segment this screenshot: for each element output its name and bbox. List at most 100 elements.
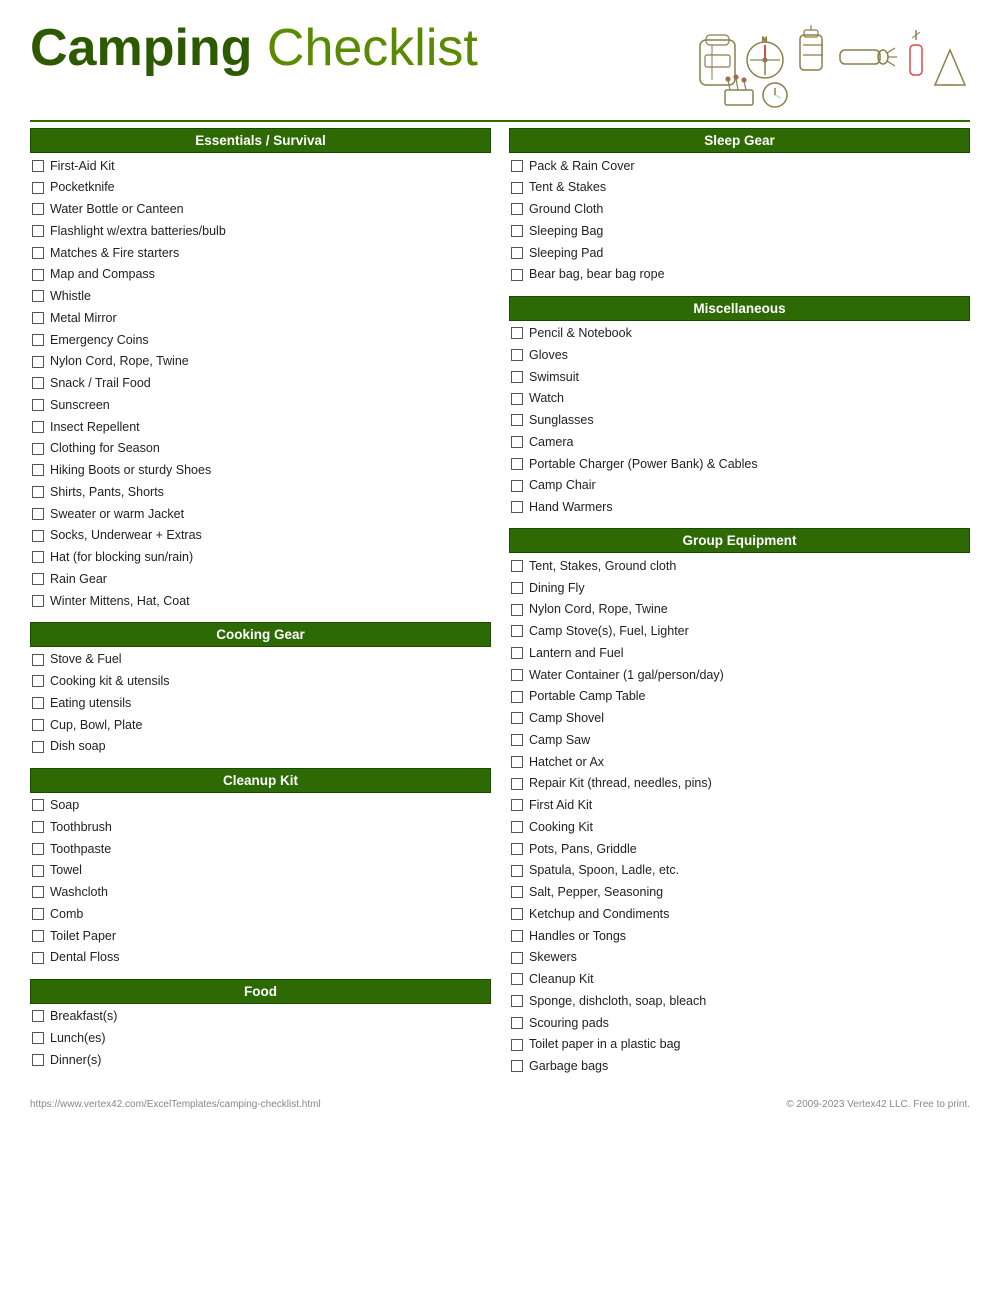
checkbox[interactable] xyxy=(511,930,523,942)
checkbox[interactable] xyxy=(32,356,44,368)
checkbox[interactable] xyxy=(511,349,523,361)
checkbox[interactable] xyxy=(32,225,44,237)
checkbox[interactable] xyxy=(511,182,523,194)
list-item: Toilet paper in a plastic bag xyxy=(509,1034,970,1056)
item-label: Camera xyxy=(529,433,573,452)
list-item: Hand Warmers xyxy=(509,497,970,519)
checkbox[interactable] xyxy=(511,393,523,405)
checkbox[interactable] xyxy=(511,691,523,703)
checkbox[interactable] xyxy=(32,843,44,855)
checkbox[interactable] xyxy=(32,421,44,433)
checkbox[interactable] xyxy=(511,1060,523,1072)
checkbox[interactable] xyxy=(511,225,523,237)
checkbox[interactable] xyxy=(32,530,44,542)
title-bold: Camping xyxy=(30,19,252,77)
checkbox[interactable] xyxy=(511,604,523,616)
checkbox[interactable] xyxy=(32,203,44,215)
checkbox[interactable] xyxy=(32,464,44,476)
checkbox[interactable] xyxy=(32,573,44,585)
list-item: Breakfast(s) xyxy=(30,1006,491,1028)
checkbox[interactable] xyxy=(511,908,523,920)
checkbox[interactable] xyxy=(511,865,523,877)
checkbox[interactable] xyxy=(32,952,44,964)
checkbox[interactable] xyxy=(32,865,44,877)
checkbox[interactable] xyxy=(32,821,44,833)
checkbox[interactable] xyxy=(511,625,523,637)
checkbox[interactable] xyxy=(32,654,44,666)
checkbox[interactable] xyxy=(32,908,44,920)
checkbox[interactable] xyxy=(32,1032,44,1044)
checkbox[interactable] xyxy=(511,458,523,470)
checkbox[interactable] xyxy=(511,952,523,964)
list-item: Bear bag, bear bag rope xyxy=(509,264,970,286)
list-item: Nylon Cord, Rope, Twine xyxy=(30,351,491,373)
checkbox[interactable] xyxy=(32,486,44,498)
checkbox[interactable] xyxy=(511,778,523,790)
checkbox[interactable] xyxy=(511,480,523,492)
list-item: Pocketknife xyxy=(30,177,491,199)
checkbox[interactable] xyxy=(511,501,523,513)
left-column: Essentials / SurvivalFirst-Aid KitPocket… xyxy=(30,128,491,1081)
checkbox[interactable] xyxy=(511,371,523,383)
checkbox[interactable] xyxy=(511,734,523,746)
item-label: Washcloth xyxy=(50,883,108,902)
item-label: Camp Shovel xyxy=(529,709,604,728)
list-item: Portable Charger (Power Bank) & Cables xyxy=(509,453,970,475)
checkbox[interactable] xyxy=(32,719,44,731)
checkbox[interactable] xyxy=(511,560,523,572)
checkbox[interactable] xyxy=(32,1010,44,1022)
checkbox[interactable] xyxy=(511,582,523,594)
checkbox[interactable] xyxy=(511,414,523,426)
checkbox[interactable] xyxy=(32,160,44,172)
checkbox[interactable] xyxy=(32,334,44,346)
checkbox[interactable] xyxy=(32,269,44,281)
item-label: Pots, Pans, Griddle xyxy=(529,840,637,859)
item-label: Lantern and Fuel xyxy=(529,644,624,663)
checkbox[interactable] xyxy=(511,712,523,724)
checkbox[interactable] xyxy=(511,973,523,985)
checkbox[interactable] xyxy=(511,756,523,768)
checkbox[interactable] xyxy=(511,799,523,811)
checkbox[interactable] xyxy=(511,203,523,215)
list-item: Sleeping Bag xyxy=(509,220,970,242)
checkbox[interactable] xyxy=(32,930,44,942)
checkbox[interactable] xyxy=(511,327,523,339)
checkbox[interactable] xyxy=(32,595,44,607)
checkbox[interactable] xyxy=(32,399,44,411)
checkbox[interactable] xyxy=(511,1017,523,1029)
section-header-misc: Miscellaneous xyxy=(509,296,970,321)
checkbox[interactable] xyxy=(32,247,44,259)
checkbox[interactable] xyxy=(32,508,44,520)
item-label: Spatula, Spoon, Ladle, etc. xyxy=(529,861,679,880)
checkbox[interactable] xyxy=(511,247,523,259)
checkbox[interactable] xyxy=(32,741,44,753)
checkbox[interactable] xyxy=(32,182,44,194)
checkbox[interactable] xyxy=(511,821,523,833)
list-item: Portable Camp Table xyxy=(509,686,970,708)
checkbox[interactable] xyxy=(32,551,44,563)
checkbox[interactable] xyxy=(511,647,523,659)
checkbox[interactable] xyxy=(511,1039,523,1051)
checkbox[interactable] xyxy=(511,886,523,898)
checkbox[interactable] xyxy=(32,312,44,324)
item-label: Ketchup and Condiments xyxy=(529,905,669,924)
checkbox[interactable] xyxy=(511,669,523,681)
item-label: Sleeping Pad xyxy=(529,244,603,263)
checkbox[interactable] xyxy=(32,1054,44,1066)
checkbox[interactable] xyxy=(32,443,44,455)
list-item: Dining Fly xyxy=(509,577,970,599)
checkbox[interactable] xyxy=(32,886,44,898)
checkbox[interactable] xyxy=(511,843,523,855)
checkbox[interactable] xyxy=(32,290,44,302)
checkbox[interactable] xyxy=(32,377,44,389)
checkbox[interactable] xyxy=(511,436,523,448)
checkbox[interactable] xyxy=(32,697,44,709)
list-item: Camera xyxy=(509,431,970,453)
item-label: Tent, Stakes, Ground cloth xyxy=(529,557,676,576)
checkbox[interactable] xyxy=(511,269,523,281)
list-item: Map and Compass xyxy=(30,264,491,286)
checkbox[interactable] xyxy=(32,799,44,811)
checkbox[interactable] xyxy=(511,160,523,172)
checkbox[interactable] xyxy=(511,995,523,1007)
checkbox[interactable] xyxy=(32,675,44,687)
